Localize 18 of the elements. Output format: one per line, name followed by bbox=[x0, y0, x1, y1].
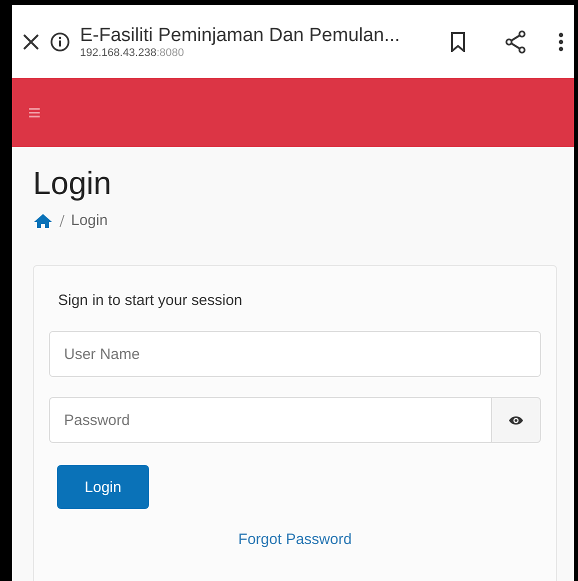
username-field[interactable]: User Name bbox=[49, 331, 541, 377]
password-field[interactable]: Password bbox=[49, 397, 491, 443]
login-button[interactable]: Login bbox=[57, 465, 149, 509]
eye-icon bbox=[508, 414, 524, 426]
slash-icon bbox=[59, 214, 65, 228]
menu-icon[interactable] bbox=[558, 32, 564, 52]
page-url: 192.168.43.238:8080 bbox=[80, 46, 185, 58]
home-icon[interactable] bbox=[33, 212, 53, 228]
page-title: E-Fasiliti Peminjaman Dan Pemulan... bbox=[80, 24, 401, 46]
forgot-password-link[interactable]: Forgot Password bbox=[238, 531, 352, 548]
bookmark-icon[interactable] bbox=[450, 32, 466, 52]
heading: Login bbox=[33, 165, 112, 202]
info-icon[interactable] bbox=[50, 32, 70, 52]
share-icon[interactable] bbox=[504, 30, 526, 54]
show-password-button[interactable] bbox=[491, 397, 541, 443]
breadcrumb-item: Login bbox=[71, 212, 108, 229]
close-icon[interactable] bbox=[22, 32, 40, 50]
card-prompt: Sign in to start your session bbox=[57, 292, 244, 309]
